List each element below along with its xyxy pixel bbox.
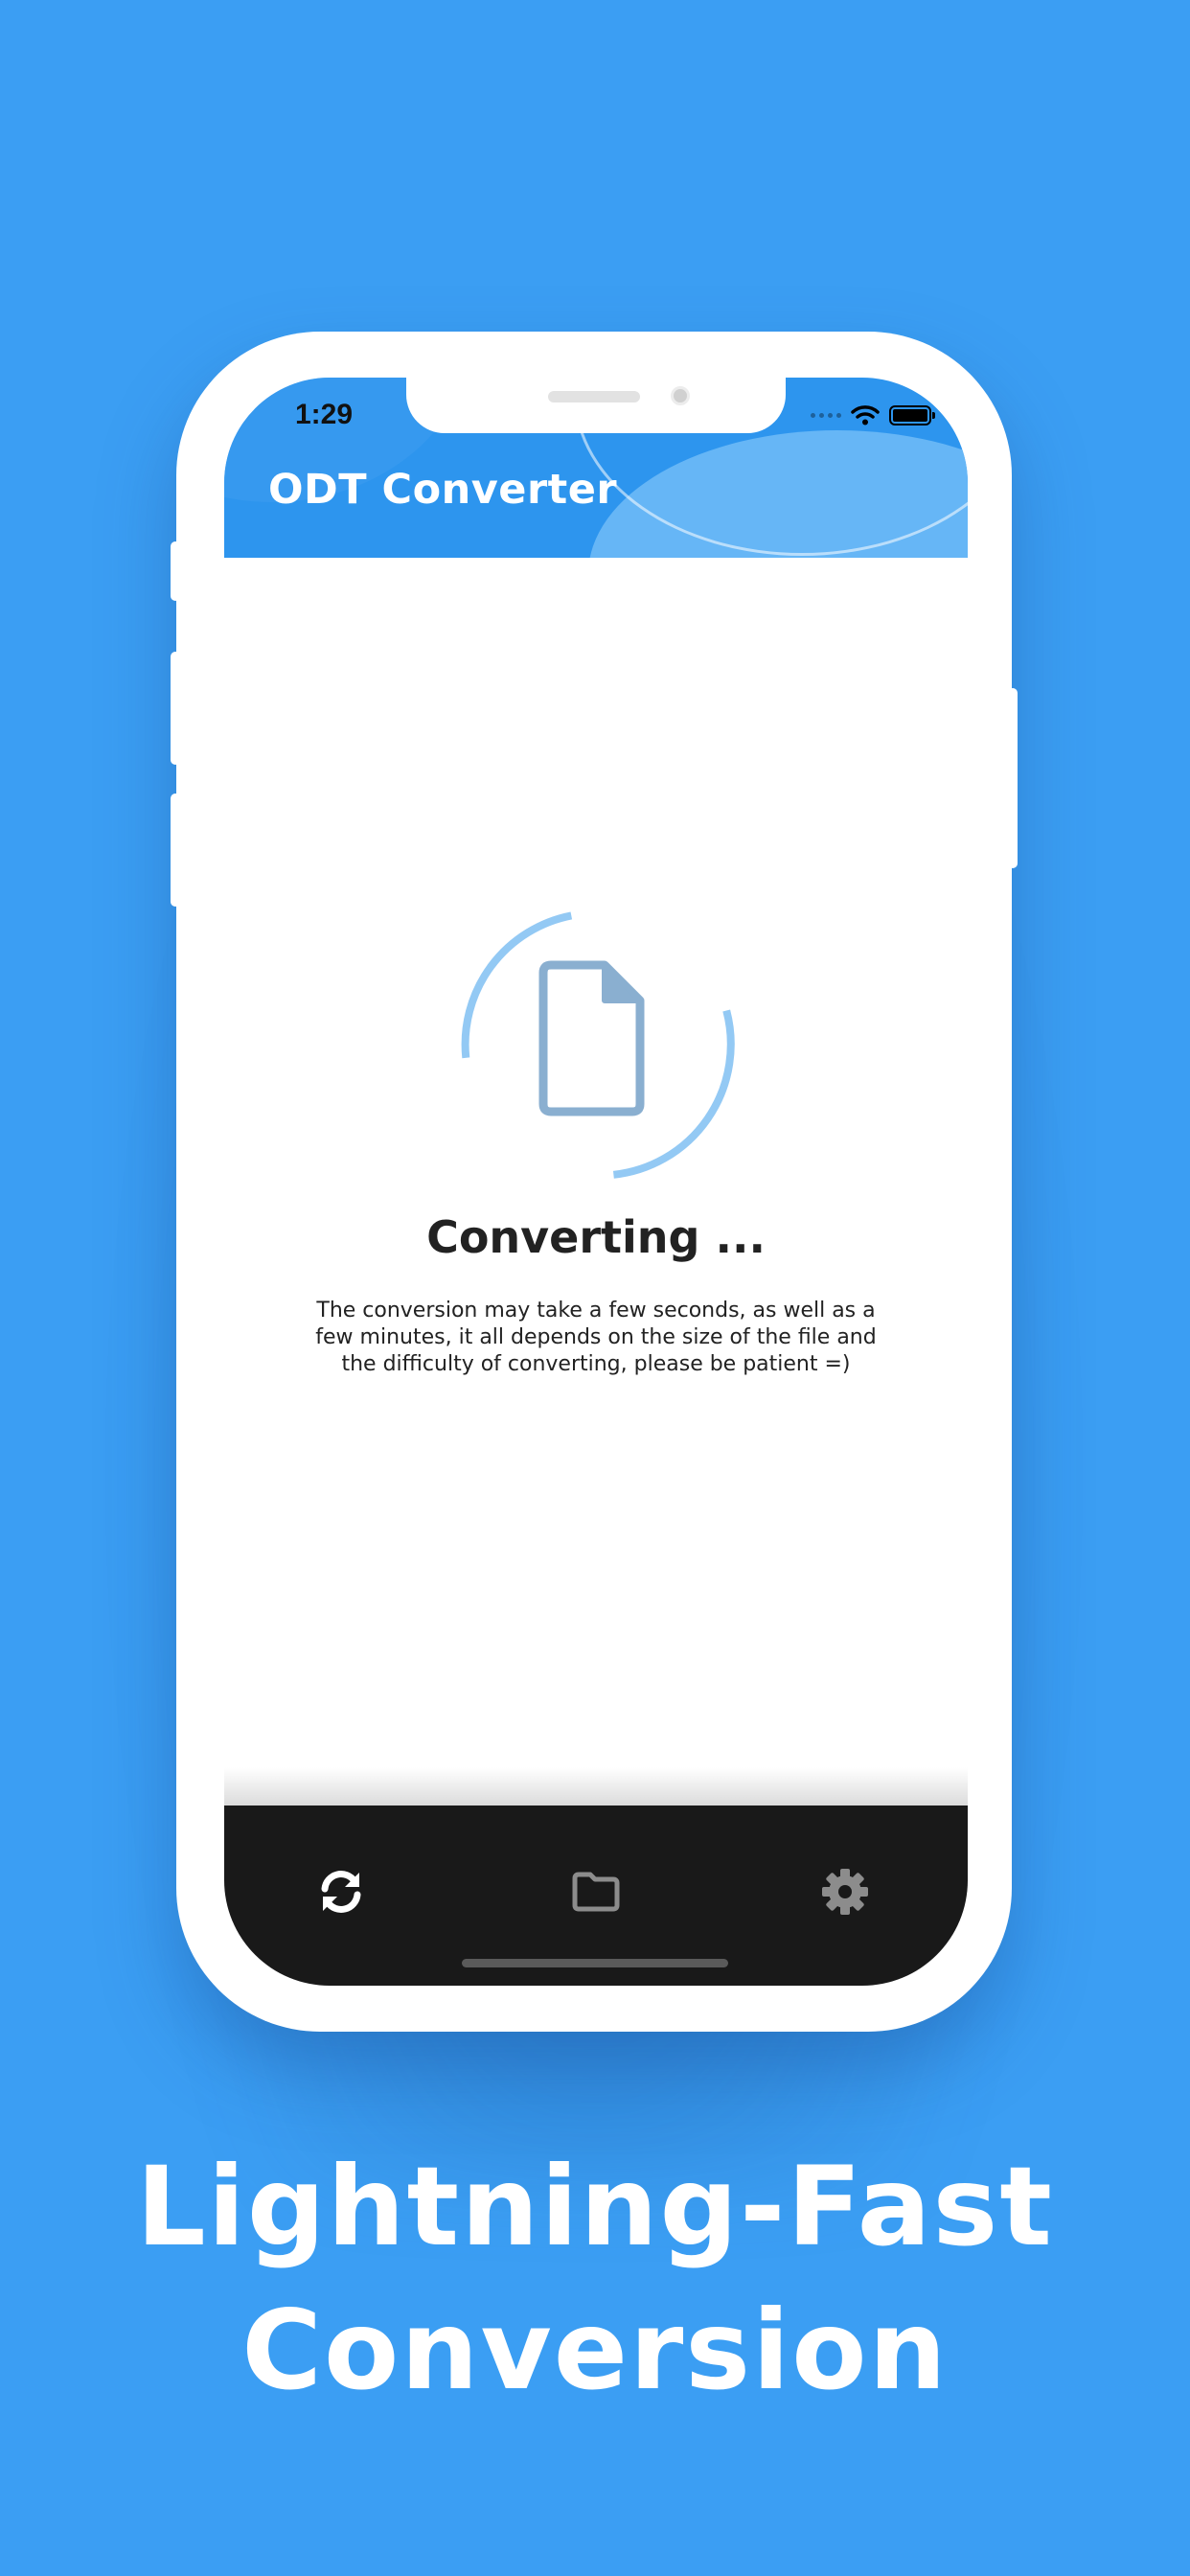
signal-icon: [811, 412, 841, 418]
sync-icon: [321, 1871, 361, 1913]
loader-arc: [612, 1009, 735, 1179]
tab-settings[interactable]: [816, 1863, 874, 1920]
phone-side-button: [171, 541, 180, 601]
wifi-icon: [851, 405, 880, 426]
status-icons: [811, 404, 935, 426]
loader-arc: [461, 911, 573, 1059]
phone-power-button: [1008, 688, 1018, 868]
headline-line-2: Conversion: [241, 2287, 949, 2414]
home-indicator: [462, 1959, 728, 1967]
phone-notch: [406, 378, 786, 433]
headline-line-1: Lightning-Fast: [136, 2143, 1054, 2270]
app-screen: ODT Converter 1:29 Converting ... The co…: [224, 378, 968, 1986]
tab-files[interactable]: [567, 1863, 625, 1920]
phone-volume-down-button: [171, 794, 180, 907]
gear-icon: [822, 1869, 868, 1915]
battery-icon: [889, 404, 935, 426]
app-title: ODT Converter: [268, 466, 618, 514]
conversion-description: The conversion may take a few seconds, a…: [315, 1299, 877, 1376]
converting-title: Converting ...: [426, 1211, 766, 1263]
phone-volume-up-button: [171, 652, 180, 765]
folder-icon: [572, 1872, 620, 1912]
tab-bar-shadow: [224, 1767, 968, 1806]
camera: [671, 386, 690, 405]
loading-spinner: [461, 911, 735, 1179]
tab-convert[interactable]: [312, 1863, 370, 1920]
speaker: [548, 391, 640, 402]
status-time: 1:29: [295, 399, 354, 430]
document-icon: [538, 960, 645, 1116]
